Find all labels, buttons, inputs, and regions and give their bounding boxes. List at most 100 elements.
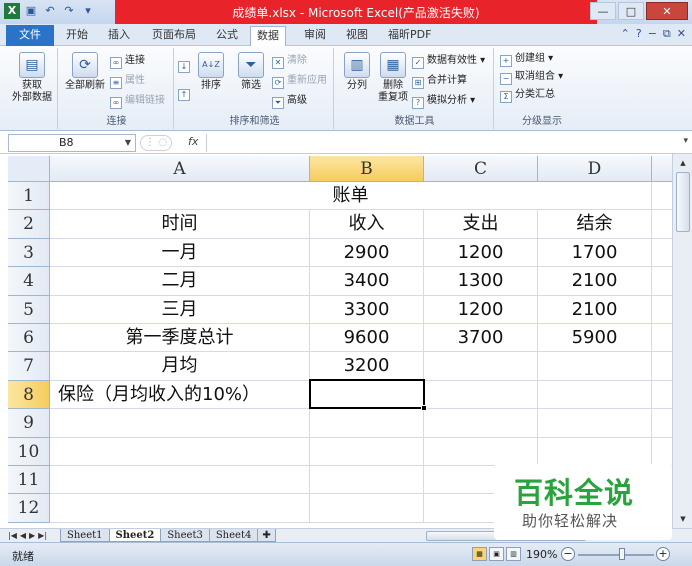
cell-a2[interactable]: 时间 (50, 210, 310, 239)
row-header[interactable]: 9 (8, 409, 50, 438)
cell-c8[interactable] (424, 380, 538, 410)
column-header-a[interactable]: A (50, 156, 310, 182)
sheet-tab-2[interactable]: Sheet2 (108, 529, 162, 542)
cell-d6[interactable]: 5900 (538, 324, 652, 353)
cell-c10[interactable] (424, 437, 538, 466)
cell-a11[interactable] (50, 466, 310, 495)
group-button[interactable]: + 创建组 ▾ (500, 52, 553, 67)
what-if-analysis-button[interactable]: ? 模拟分析 ▾ (412, 94, 475, 109)
cell-a9[interactable] (50, 409, 310, 438)
get-external-data-button[interactable]: ▤ 获取 外部数据 (10, 52, 54, 104)
cell-d7[interactable] (538, 352, 652, 381)
row-header[interactable]: 10 (8, 437, 50, 466)
cell-b3[interactable]: 2900 (310, 238, 424, 268)
cell-a6[interactable]: 第一季度总计 (50, 324, 310, 353)
doc-close-icon[interactable]: ✕ (677, 27, 686, 41)
column-header-b[interactable]: B (310, 156, 424, 182)
customize-icon[interactable]: ▾ (80, 3, 96, 19)
cell-a8[interactable]: 保险（月均收入的10%） (50, 380, 310, 410)
cell-c6[interactable]: 3700 (424, 324, 538, 353)
page-break-view-icon[interactable]: ▥ (506, 547, 521, 561)
consolidate-button[interactable]: ⊞ 合并计算 (412, 74, 467, 89)
cell-d3[interactable]: 1700 (538, 238, 652, 268)
page-layout-view-icon[interactable]: ▣ (489, 547, 504, 561)
connections-button[interactable]: ∞ 连接 (110, 54, 145, 69)
next-sheet-icon[interactable]: ▶ (29, 529, 35, 542)
cell-b2[interactable]: 收入 (310, 210, 424, 239)
zoom-in-icon[interactable]: + (656, 547, 670, 561)
column-header-c[interactable]: C (424, 156, 538, 182)
cell-a5[interactable]: 三月 (50, 295, 310, 324)
chevron-up-icon[interactable]: ⌃ (621, 27, 630, 41)
row-header[interactable]: 1 (8, 182, 50, 211)
row-header[interactable]: 4 (8, 267, 50, 296)
cell-b4[interactable]: 3400 (310, 267, 424, 296)
tab-foxit-pdf[interactable]: 福昕PDF (382, 26, 437, 46)
row-header[interactable]: 5 (8, 295, 50, 324)
properties-button[interactable]: ≡ 属性 (110, 74, 145, 89)
tab-home[interactable]: 开始 (60, 26, 94, 46)
data-validation-button[interactable]: ✓ 数据有效性 ▾ (412, 54, 485, 69)
active-cell-selection[interactable] (309, 379, 427, 411)
sort-button[interactable]: A↓Z 排序 (196, 52, 226, 92)
tab-page-layout[interactable]: 页面布局 (146, 26, 202, 46)
cell-d4[interactable]: 2100 (538, 267, 652, 296)
sheet-tab-4[interactable]: Sheet4 (208, 529, 259, 542)
normal-view-icon[interactable]: ▦ (472, 547, 487, 561)
remove-duplicates-button[interactable]: ▦ 删除 重复项 (376, 52, 410, 104)
vertical-scrollbar[interactable]: ▲ ▼ (672, 154, 692, 528)
text-to-columns-button[interactable]: ▥ 分列 (340, 52, 374, 92)
scroll-down-icon[interactable]: ▼ (675, 512, 691, 526)
insert-sheet-icon[interactable]: ✚ (257, 529, 276, 542)
sheet-tab-1[interactable]: Sheet1 (60, 529, 110, 542)
column-header-d[interactable]: D (538, 156, 652, 182)
doc-restore-icon[interactable]: ⧉ (663, 27, 671, 41)
row-header[interactable]: 8 (8, 380, 50, 410)
filter-button[interactable]: ⏷ 筛选 (234, 52, 268, 92)
cell-b12[interactable] (310, 494, 424, 523)
zoom-slider[interactable] (578, 554, 654, 556)
subtotal-button[interactable]: Σ 分类汇总 (500, 88, 555, 103)
cell-d5[interactable]: 2100 (538, 295, 652, 324)
zoom-level[interactable]: 190% (526, 548, 557, 561)
tab-file[interactable]: 文件 (6, 25, 54, 46)
cell-a7[interactable]: 月均 (50, 352, 310, 381)
first-sheet-icon[interactable]: |◀ (8, 529, 17, 542)
cell-d10[interactable] (538, 437, 652, 466)
cell-a3[interactable]: 一月 (50, 238, 310, 268)
cell-c4[interactable]: 1300 (424, 267, 538, 296)
cell-c5[interactable]: 1200 (424, 295, 538, 324)
select-all-corner[interactable] (8, 156, 50, 182)
cell-b7[interactable]: 3200 (310, 352, 424, 381)
row-header[interactable]: 11 (8, 466, 50, 495)
sort-ascending-button[interactable]: ↓ (178, 58, 193, 73)
row-header[interactable]: 6 (8, 324, 50, 353)
sheet-tab-3[interactable]: Sheet3 (160, 529, 210, 542)
zoom-out-icon[interactable]: − (561, 547, 575, 561)
zoom-slider-knob[interactable] (619, 548, 626, 560)
name-box[interactable]: B8 ▼ (8, 134, 136, 152)
row-header[interactable]: 3 (8, 238, 50, 268)
cell-b5[interactable]: 3300 (310, 295, 424, 324)
undo-icon[interactable]: ↶ (42, 3, 58, 19)
cell-d8[interactable] (538, 380, 652, 410)
fill-handle[interactable] (421, 405, 427, 411)
minimize-button[interactable]: — (590, 2, 616, 20)
tab-formulas[interactable]: 公式 (210, 26, 244, 46)
redo-icon[interactable]: ↷ (61, 3, 77, 19)
maximize-button[interactable]: □ (618, 2, 644, 20)
cell-a4[interactable]: 二月 (50, 267, 310, 296)
cell-a10[interactable] (50, 437, 310, 466)
insert-function-button[interactable]: fx (188, 135, 198, 148)
doc-minimize-icon[interactable]: − (648, 27, 657, 41)
row-header[interactable]: 7 (8, 352, 50, 381)
help-icon[interactable]: ? (636, 27, 642, 41)
cell-b10[interactable] (310, 437, 424, 466)
save-icon[interactable]: ▣ (23, 3, 39, 19)
chevron-down-icon[interactable]: ▼ (125, 135, 131, 151)
cell-a1[interactable]: 账单 (50, 182, 652, 211)
refresh-all-button[interactable]: ⟳ 全部刷新 (62, 52, 108, 92)
sort-descending-button[interactable]: ↑ (178, 86, 193, 101)
ungroup-button[interactable]: − 取消组合 ▾ (500, 70, 563, 85)
close-button[interactable]: ✕ (646, 2, 688, 20)
